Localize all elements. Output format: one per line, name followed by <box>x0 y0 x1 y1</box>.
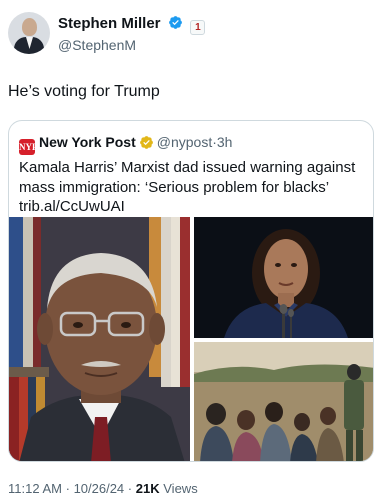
nypost-logo-icon: NYP <box>19 139 38 155</box>
author-display-name[interactable]: Stephen Miller <box>58 14 161 33</box>
quoted-tweet[interactable]: NYP New York Post @nypost·3h Kamala Harri… <box>8 120 374 462</box>
quoted-tweet-text: Kamala Harris’ Marxist dad issued warnin… <box>19 158 365 217</box>
quoted-media-grid <box>9 217 373 461</box>
quoted-link[interactable]: trib.al/CcUwUAI <box>19 197 365 217</box>
blue-verified-badge-icon <box>169 16 182 29</box>
author-avatar[interactable] <box>8 12 50 54</box>
author-handle[interactable]: @StephenM <box>58 36 205 54</box>
quoted-handle[interactable]: @nypost <box>157 134 212 150</box>
affiliation-badge-icon[interactable]: 1 <box>190 20 206 35</box>
quoted-text-line: Kamala Harris’ Marxist dad issued warnin… <box>19 159 356 176</box>
tweet-time[interactable]: 11:12 AM <box>8 481 62 496</box>
views-count: 21K <box>135 481 160 496</box>
older-man-glasses-illustration <box>9 217 190 461</box>
author-names: Stephen Miller 1 @StephenM <box>58 14 206 54</box>
tweet-date[interactable]: 10/26/24 <box>74 481 125 496</box>
tweet-header: Stephen Miller 1 @StephenM <box>8 12 374 58</box>
quoted-text-line: mass immigration: ‘Serious problem for b… <box>19 178 330 196</box>
older-man-glasses-photo[interactable] <box>9 217 190 461</box>
timestamp-separator: · <box>65 481 70 496</box>
tweet-text: He’s voting for Trump <box>8 83 160 100</box>
views-label: Views <box>163 481 198 496</box>
migrants-at-border-illustration <box>194 342 373 461</box>
gold-verified-badge-icon <box>139 136 153 149</box>
woman-speaking-at-podium-photo[interactable] <box>194 217 373 338</box>
quoted-account-name[interactable]: New York Post <box>39 134 136 150</box>
migrants-at-border-photo[interactable] <box>194 342 373 461</box>
tweet-timestamp: 11:12 AM · 10/26/24 · 21K Views <box>8 481 198 497</box>
quoted-time[interactable]: 3h <box>217 134 233 150</box>
woman-speaking-illustration <box>194 217 373 338</box>
timestamp-separator: · <box>127 481 133 496</box>
quoted-tweet-header: NYP New York Post @nypost·3h <box>19 133 233 155</box>
